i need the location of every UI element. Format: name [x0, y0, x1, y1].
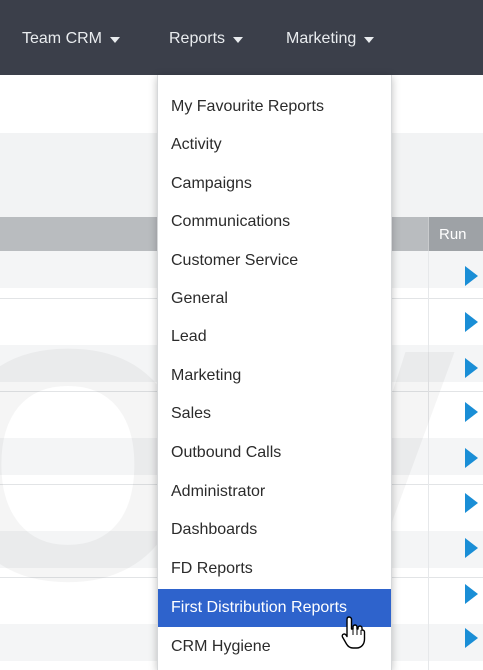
caret-down-icon	[110, 37, 121, 43]
menu-item-activity[interactable]: Activity	[158, 126, 391, 164]
menu-item-administrator[interactable]: Administrator	[158, 473, 391, 511]
play-icon[interactable]	[465, 402, 478, 422]
nav-marketing-label: Marketing	[286, 30, 357, 47]
play-icon[interactable]	[465, 584, 478, 604]
caret-down-icon	[233, 37, 244, 43]
menu-item-fd-reports[interactable]: FD Reports	[158, 550, 391, 588]
top-nav-bar: Team CRM Reports Marketing	[0, 0, 483, 75]
menu-item-outbound-calls[interactable]: Outbound Calls	[158, 434, 391, 472]
play-icon[interactable]	[465, 538, 478, 558]
play-icon[interactable]	[465, 266, 478, 286]
caret-down-icon	[364, 37, 375, 43]
menu-item-marketing[interactable]: Marketing	[158, 357, 391, 395]
nav-reports-label: Reports	[169, 30, 226, 47]
nav-marketing[interactable]: Marketing	[286, 30, 375, 48]
reports-dropdown-menu: My Favourite Reports Activity Campaigns …	[157, 75, 392, 670]
menu-item-customer-service[interactable]: Customer Service	[158, 242, 391, 280]
play-icon[interactable]	[465, 628, 478, 648]
play-icon[interactable]	[465, 493, 478, 513]
play-icon[interactable]	[465, 448, 478, 468]
menu-item-general[interactable]: General	[158, 280, 391, 318]
nav-team-crm-label: Team CRM	[22, 30, 103, 47]
menu-item-sales[interactable]: Sales	[158, 395, 391, 433]
menu-item-my-favourite-reports[interactable]: My Favourite Reports	[158, 88, 391, 126]
hand-pointer-icon	[341, 616, 366, 649]
nav-team-crm[interactable]: Team CRM	[22, 30, 121, 48]
play-icon[interactable]	[465, 312, 478, 332]
menu-item-lead[interactable]: Lead	[158, 318, 391, 356]
menu-item-communications[interactable]: Communications	[158, 203, 391, 241]
nav-reports[interactable]: Reports	[169, 30, 244, 48]
menu-item-campaigns[interactable]: Campaigns	[158, 165, 391, 203]
menu-item-dashboards[interactable]: Dashboards	[158, 511, 391, 549]
play-icon[interactable]	[465, 358, 478, 378]
run-column-header: Run	[428, 217, 483, 251]
